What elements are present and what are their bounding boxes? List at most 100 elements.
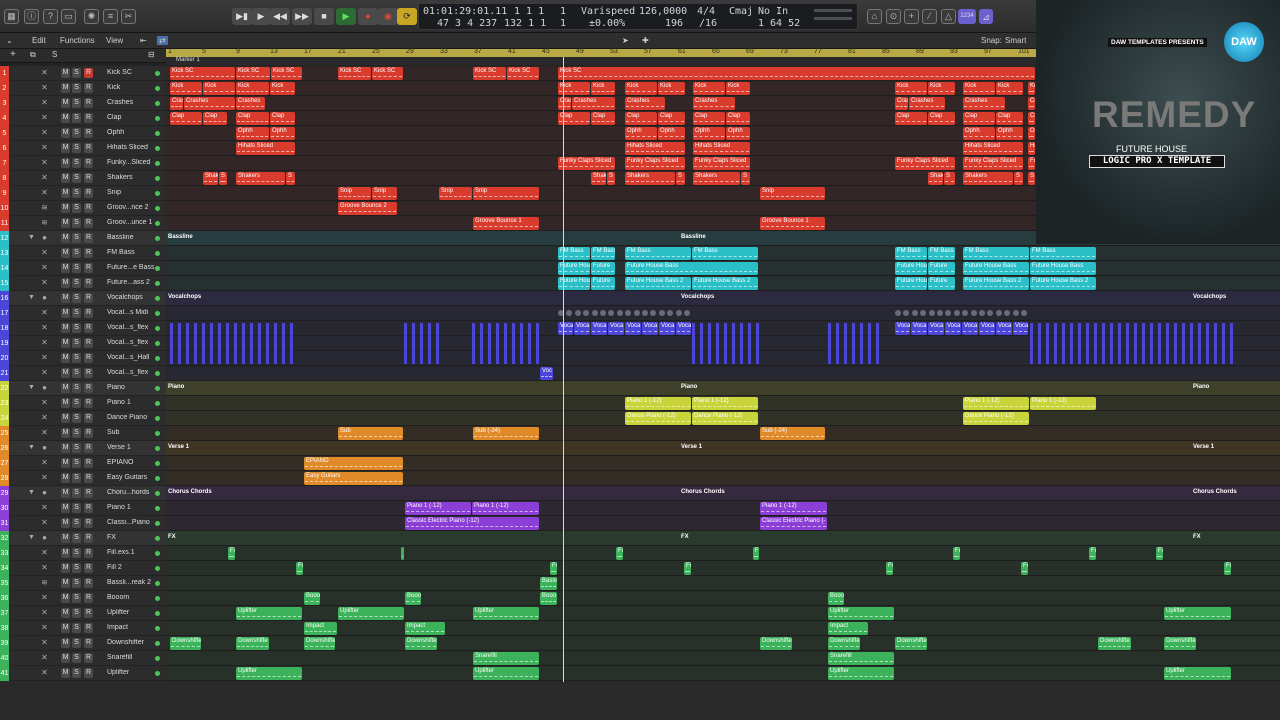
- region[interactable]: Piano 1 (-12): [760, 502, 827, 515]
- count-in-icon[interactable]: ⁄: [922, 9, 937, 24]
- region[interactable]: Classic Electric Piano (-: [760, 517, 827, 530]
- track-header[interactable]: 35 ≋ M S R Bassli...reak 2: [0, 576, 166, 591]
- record-enable-button[interactable]: R: [84, 458, 93, 468]
- region[interactable]: Kick: [203, 82, 235, 95]
- region[interactable]: Groove Bounce 1: [760, 217, 825, 230]
- record-button[interactable]: ●: [358, 8, 378, 25]
- vocal-chop-slice[interactable]: [844, 338, 847, 364]
- region[interactable]: Funky Claps Sliced: [625, 157, 685, 170]
- region[interactable]: Kick: [996, 82, 1023, 95]
- record-enable-button[interactable]: R: [84, 188, 93, 198]
- region[interactable]: Clap: [591, 112, 615, 125]
- region[interactable]: Cras: [895, 97, 908, 110]
- solo-button[interactable]: S: [72, 578, 81, 588]
- record-enable-button[interactable]: R: [84, 83, 93, 93]
- region[interactable]: Shak: [203, 172, 218, 185]
- track-name[interactable]: Shakers: [107, 174, 155, 181]
- global-solo-icon[interactable]: S: [52, 50, 57, 59]
- disclosure-triangle-icon[interactable]: ▼: [28, 234, 35, 241]
- track-lane[interactable]: [166, 561, 1280, 576]
- record-enable-button[interactable]: R: [84, 428, 93, 438]
- region[interactable]: Cr: [1028, 97, 1035, 110]
- vocal-chop-slice[interactable]: [528, 338, 531, 364]
- vocal-chop-slice[interactable]: [250, 338, 253, 364]
- mute-button[interactable]: M: [61, 188, 70, 198]
- vocal-chop-slice[interactable]: [412, 338, 415, 364]
- record-enable-button[interactable]: R: [84, 398, 93, 408]
- track-lane[interactable]: [166, 576, 1280, 591]
- region[interactable]: Future: [591, 262, 615, 275]
- play-button[interactable]: ▶: [336, 8, 356, 25]
- region[interactable]: Hihats Sliced: [625, 142, 685, 155]
- region[interactable]: Shakers: [625, 172, 675, 185]
- vocal-chop-slice[interactable]: [1206, 338, 1209, 364]
- vocal-chop-slice[interactable]: [234, 338, 237, 364]
- track-name[interactable]: Choru...hords: [107, 489, 155, 496]
- region[interactable]: Kick SC: [372, 67, 403, 80]
- record-enable-button[interactable]: R: [84, 443, 93, 453]
- track-name[interactable]: Ophh: [107, 129, 155, 136]
- record-enable-button[interactable]: R: [84, 563, 93, 573]
- record-enable-button[interactable]: R: [84, 518, 93, 528]
- snap-value[interactable]: Smart: [1005, 36, 1026, 45]
- record-enable-button[interactable]: R: [84, 308, 93, 318]
- solo-button[interactable]: S: [72, 338, 81, 348]
- track-header[interactable]: 17 ✕ M S R Vocal...s Midi: [0, 306, 166, 321]
- track-name[interactable]: Piano: [107, 384, 155, 391]
- track-name[interactable]: FX: [107, 534, 155, 541]
- vocal-chop-slice[interactable]: [520, 338, 523, 364]
- region[interactable]: FM Bass: [591, 247, 615, 260]
- region[interactable]: Dance Piano (-12): [692, 412, 758, 425]
- region[interactable]: Piano 1 (-12): [963, 397, 1029, 410]
- track-header[interactable]: 4 ✕ M S R Clap: [0, 111, 166, 126]
- track-name[interactable]: Future...ass 2: [107, 279, 155, 286]
- vocal-chop-slice[interactable]: [472, 338, 475, 364]
- track-name[interactable]: Bassline: [107, 234, 155, 241]
- mute-button[interactable]: M: [61, 443, 70, 453]
- bar-ruler[interactable]: 1 5 9 13 17 21 25 29 33 37 41 45 49 53 57 61 65 69 73 77 81 8…: [166, 48, 1036, 57]
- region[interactable]: Booo: [405, 592, 421, 605]
- vocal-chop-slice[interactable]: [1102, 338, 1105, 364]
- inspector-icon[interactable]: ⓘ: [24, 9, 39, 24]
- region[interactable]: Uplifter: [473, 607, 539, 620]
- track-header[interactable]: 18 ✕ M S R Vocal...s_flex: [0, 321, 166, 336]
- region[interactable]: Voca: [676, 322, 691, 335]
- smart-controls-icon[interactable]: ✺: [84, 9, 99, 24]
- track-header[interactable]: 14 ✕ M S R Future...e Bass: [0, 261, 166, 276]
- region[interactable]: Piano 1 (-12): [625, 397, 691, 410]
- region[interactable]: Kick: [693, 82, 725, 95]
- region[interactable]: Future House Bass 2: [692, 277, 758, 290]
- solo-button[interactable]: S: [72, 428, 81, 438]
- region[interactable]: Piano 1 (-12): [692, 397, 758, 410]
- mute-button[interactable]: M: [61, 503, 70, 513]
- vocal-chop-slice[interactable]: [1078, 338, 1081, 364]
- track-header[interactable]: 41 ✕ M S R Uplifter: [0, 666, 166, 681]
- region[interactable]: Uplifter: [338, 607, 404, 620]
- track-name[interactable]: Vocal...s_flex: [107, 369, 155, 376]
- track-name[interactable]: Vocal...s_flex: [107, 339, 155, 346]
- region[interactable]: Snarefill: [828, 652, 894, 665]
- track-header[interactable]: 37 ✕ M S R Uplifter: [0, 606, 166, 621]
- track-name[interactable]: Piano 1: [107, 504, 155, 511]
- region[interactable]: Kick SC: [558, 67, 1035, 80]
- region[interactable]: Funky Claps Sliced: [963, 157, 1023, 170]
- track-lane[interactable]: [166, 651, 1280, 666]
- region[interactable]: Crashes: [909, 97, 945, 110]
- track-header[interactable]: 10 ≋ M S R Groov...nce 2: [0, 201, 166, 216]
- record-enable-button[interactable]: R: [84, 158, 93, 168]
- track-header[interactable]: 12 ▼ ● M S R Bassline: [0, 231, 166, 246]
- track-name[interactable]: Groov...unce 1: [107, 219, 155, 226]
- region[interactable]: Ophh: [658, 127, 685, 140]
- mute-button[interactable]: M: [61, 458, 70, 468]
- region[interactable]: Groove Bounce 1: [473, 217, 539, 230]
- mute-button[interactable]: M: [61, 98, 70, 108]
- track-lane[interactable]: [166, 546, 1280, 561]
- solo-button[interactable]: S: [72, 458, 81, 468]
- track-header[interactable]: 9 ✕ M S R Snip: [0, 186, 166, 201]
- track-header[interactable]: 36 ✕ M S R Booom: [0, 591, 166, 606]
- track-lane[interactable]: [166, 441, 1280, 456]
- region[interactable]: Snip: [473, 187, 539, 200]
- mute-button[interactable]: M: [61, 578, 70, 588]
- region[interactable]: Classic Electric Piano (-12): [405, 517, 539, 530]
- region[interactable]: Downshifte: [236, 637, 269, 650]
